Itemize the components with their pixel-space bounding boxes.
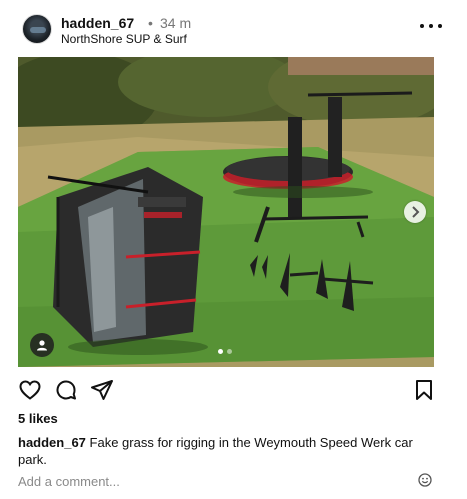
more-options-icon[interactable] [420, 18, 442, 34]
caption: hadden_67 Fake grass for rigging in the … [18, 434, 434, 468]
avatar[interactable] [22, 14, 52, 44]
post-photo[interactable] [18, 57, 434, 367]
post-card: hadden_67 • 34 m NorthShore SUP & Surf 5… [0, 0, 467, 499]
comment-input[interactable] [18, 472, 408, 490]
action-bar [18, 378, 434, 402]
bookmark-icon[interactable] [412, 378, 436, 402]
likes-count[interactable]: 5 likes [18, 411, 58, 426]
carousel-dot [227, 349, 232, 354]
timestamp[interactable]: 34 m [160, 15, 191, 31]
emoji-icon[interactable] [418, 473, 432, 487]
separator: • [148, 15, 153, 31]
user-tag-icon[interactable] [30, 333, 54, 357]
post-header: hadden_67 • 34 m NorthShore SUP & Surf [18, 12, 448, 50]
carousel-indicator [218, 349, 234, 355]
carousel-dot-active [218, 349, 223, 354]
comment-bubble-icon[interactable] [54, 378, 78, 402]
heart-icon[interactable] [18, 378, 42, 402]
photo-scene [18, 57, 434, 367]
comment-row [18, 472, 434, 490]
location[interactable]: NorthShore SUP & Surf [61, 32, 187, 46]
send-icon[interactable] [90, 378, 114, 402]
caption-username[interactable]: hadden_67 [18, 435, 86, 450]
username[interactable]: hadden_67 [61, 15, 134, 31]
chevron-right-icon[interactable] [404, 201, 426, 223]
